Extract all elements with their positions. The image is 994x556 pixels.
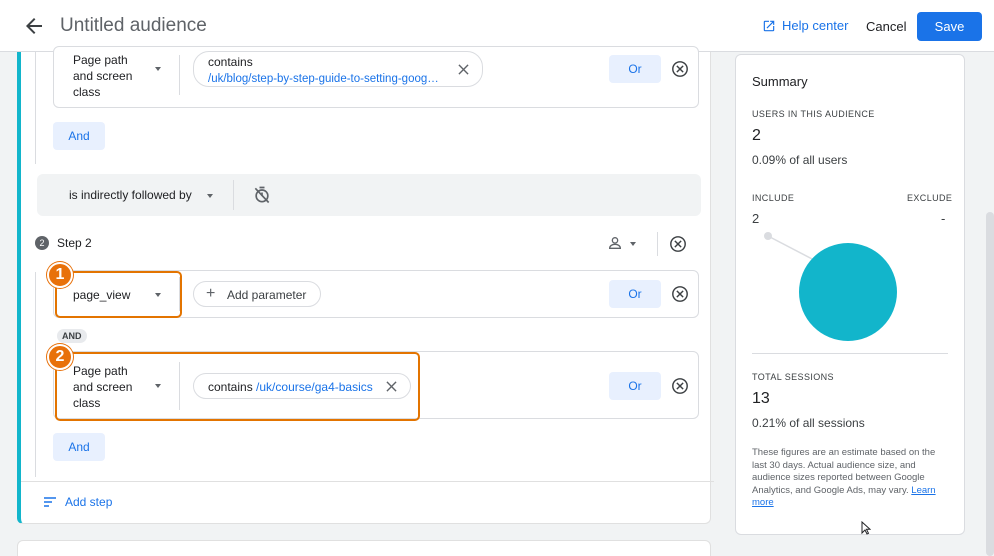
chevron-down-icon[interactable] bbox=[630, 242, 636, 246]
help-center-label: Help center bbox=[782, 18, 849, 33]
step1-and-button[interactable]: And bbox=[53, 122, 105, 150]
summary-title: Summary bbox=[752, 74, 808, 89]
exclude-label: EXCLUDE bbox=[907, 193, 953, 203]
help-center-link[interactable]: Help center bbox=[762, 18, 848, 33]
timer-off-icon[interactable] bbox=[252, 185, 272, 205]
step2-or-button[interactable]: Or bbox=[609, 280, 661, 308]
pie-include-slice bbox=[799, 243, 897, 341]
add-step-button[interactable]: Add step bbox=[43, 495, 112, 509]
remove-condition-icon[interactable] bbox=[671, 285, 689, 303]
step1-value: /uk/blog/step-by-step-guide-to-setting-g… bbox=[208, 73, 439, 85]
pie-leader-dot bbox=[764, 232, 772, 240]
plus-icon: + bbox=[206, 285, 216, 302]
divider bbox=[21, 481, 714, 482]
back-arrow-icon[interactable] bbox=[22, 14, 46, 38]
exclude-value: - bbox=[941, 211, 946, 226]
sequence-relation-dropdown[interactable]: is indirectly followed by bbox=[69, 188, 192, 202]
cancel-button[interactable]: Cancel bbox=[866, 19, 906, 34]
step2-header: 2 Step 2 bbox=[35, 236, 92, 250]
add-step-label: Add step bbox=[65, 495, 113, 509]
divider bbox=[657, 232, 658, 256]
step2-number: 2 bbox=[35, 236, 49, 250]
step2-and-button[interactable]: And bbox=[53, 433, 105, 461]
note-text: These figures are an estimate based on t… bbox=[752, 447, 936, 496]
scrollbar[interactable] bbox=[986, 212, 994, 556]
audience-builder-card: Page path and screen class contains /uk/… bbox=[17, 46, 714, 524]
users-percent: 0.09% of all users bbox=[752, 153, 848, 167]
audience-pie-chart bbox=[764, 232, 897, 341]
sessions-percent: 0.21% of all sessions bbox=[752, 416, 865, 430]
step2-title: Step 2 bbox=[57, 236, 92, 250]
open-external-icon bbox=[763, 20, 775, 31]
users-label: USERS IN THIS AUDIENCE bbox=[752, 109, 875, 119]
close-icon[interactable] bbox=[458, 64, 469, 75]
and-tag: AND bbox=[57, 329, 87, 343]
save-button[interactable]: Save bbox=[917, 12, 982, 41]
step1-operator: contains bbox=[208, 55, 253, 69]
step1-or-button[interactable]: Or bbox=[609, 55, 661, 83]
step1-condition-row: Page path and screen class contains /uk/… bbox=[53, 46, 699, 108]
sequence-relation-bar: is indirectly followed by bbox=[37, 174, 701, 216]
remove-condition-icon[interactable] bbox=[671, 377, 689, 395]
sessions-value: 13 bbox=[752, 390, 770, 407]
page-title[interactable]: Untitled audience bbox=[60, 15, 207, 37]
step2-guide-line bbox=[35, 272, 36, 477]
remove-step-icon[interactable] bbox=[669, 235, 687, 253]
add-parameter-button[interactable]: + Add parameter bbox=[193, 281, 321, 307]
chevron-down-icon bbox=[207, 194, 213, 198]
step1-guide-line bbox=[35, 52, 36, 164]
annotation-badge-2: 2 bbox=[47, 344, 73, 370]
step1-condition-chip[interactable]: contains /uk/blog/step-by-step-guide-to-… bbox=[193, 51, 483, 87]
add-parameter-label: Add parameter bbox=[227, 288, 307, 302]
users-value: 2 bbox=[752, 127, 761, 144]
step2-or2-button[interactable]: Or bbox=[609, 372, 661, 400]
mouse-cursor-icon bbox=[861, 521, 871, 535]
chevron-down-icon bbox=[155, 67, 161, 71]
highlight-box-2 bbox=[55, 352, 420, 421]
sessions-label: TOTAL SESSIONS bbox=[752, 372, 834, 382]
sort-lines-icon bbox=[44, 497, 56, 507]
next-card bbox=[17, 540, 711, 556]
top-bar: Untitled audience Help center Cancel Sav… bbox=[0, 0, 994, 52]
pie-leader-line bbox=[767, 235, 817, 262]
include-value: 2 bbox=[752, 211, 760, 226]
divider bbox=[752, 353, 948, 354]
divider bbox=[233, 180, 234, 210]
annotation-badge-1: 1 bbox=[47, 262, 73, 288]
person-scope-icon[interactable] bbox=[607, 235, 623, 251]
divider bbox=[179, 55, 180, 95]
estimate-note: These figures are an estimate based on t… bbox=[752, 447, 952, 510]
include-label: INCLUDE bbox=[752, 193, 795, 203]
step1-field-dropdown[interactable]: Page path and screen class bbox=[73, 52, 143, 100]
remove-condition-icon[interactable] bbox=[671, 60, 689, 78]
highlight-box-1 bbox=[55, 271, 182, 318]
summary-panel: Summary USERS IN THIS AUDIENCE 2 0.09% o… bbox=[735, 54, 965, 535]
